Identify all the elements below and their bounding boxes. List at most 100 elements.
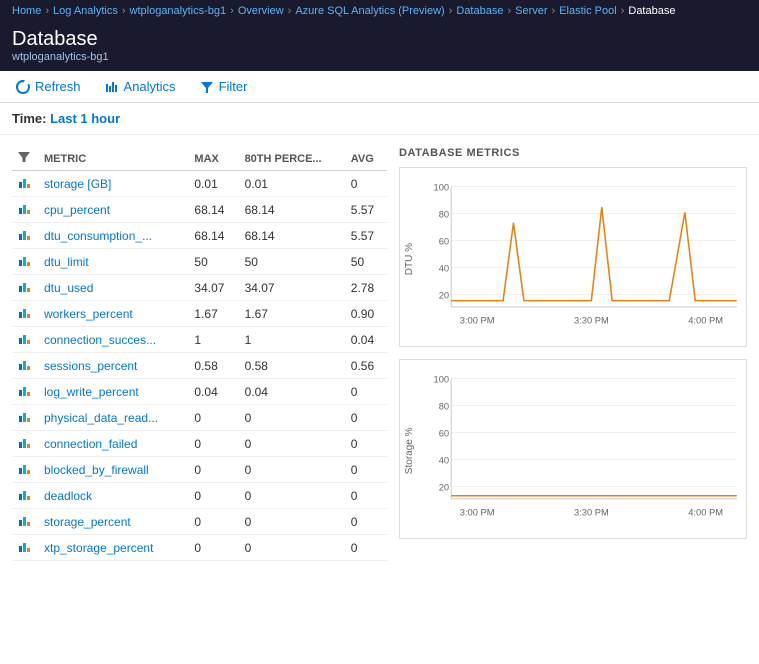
bar-chart-icon <box>18 227 32 241</box>
table-row: xtp_storage_percent000 <box>12 535 387 561</box>
svg-text:3:30 PM: 3:30 PM <box>574 508 609 518</box>
svg-text:80: 80 <box>439 210 449 220</box>
metric-max: 0 <box>188 535 238 561</box>
charts-title: DATABASE METRICS <box>399 147 747 159</box>
bar-chart-icon <box>18 435 32 449</box>
table-row: connection_failed000 <box>12 431 387 457</box>
metric-name[interactable]: blocked_by_firewall <box>38 457 188 483</box>
table-row: workers_percent1.671.670.90 <box>12 301 387 327</box>
toolbar: Refresh Analytics Filter <box>0 71 759 103</box>
breadcrumb-home[interactable]: Home <box>12 5 41 17</box>
dtu-y-label: DTU % <box>404 176 420 342</box>
table-row: cpu_percent68.1468.145.57 <box>12 197 387 223</box>
filter-icon <box>200 80 214 94</box>
table-row: connection_succes...110.04 <box>12 327 387 353</box>
metric-avg: 0 <box>345 171 387 197</box>
metric-avg: 0 <box>345 405 387 431</box>
breadcrumb-current: Database <box>628 5 675 17</box>
metric-p80: 68.14 <box>239 197 345 223</box>
filter-label: Filter <box>219 79 248 94</box>
metric-avg: 0 <box>345 483 387 509</box>
analytics-icon <box>105 80 119 94</box>
storage-chart-svg: 100 80 60 40 20 3:00 PM 3:30 PM 4:00 P <box>420 368 742 534</box>
metric-name[interactable]: storage [GB] <box>38 171 188 197</box>
metric-avg: 5.57 <box>345 223 387 249</box>
metric-avg: 0 <box>345 509 387 535</box>
metric-name[interactable]: physical_data_read... <box>38 405 188 431</box>
refresh-button[interactable]: Refresh <box>12 77 85 96</box>
metric-max: 34.07 <box>188 275 238 301</box>
refresh-icon <box>16 80 30 94</box>
svg-text:80: 80 <box>439 402 449 412</box>
dtu-chart-container: DTU % 100 80 60 40 20 <box>399 167 747 347</box>
metric-name[interactable]: dtu_used <box>38 275 188 301</box>
dtu-chart-svg: 100 80 60 40 20 3:00 PM 3:30 PM 4:00 P <box>420 176 742 342</box>
table-row: dtu_consumption_...68.1468.145.57 <box>12 223 387 249</box>
metric-name[interactable]: xtp_storage_percent <box>38 535 188 561</box>
metric-name[interactable]: cpu_percent <box>38 197 188 223</box>
max-col-header: MAX <box>188 147 238 171</box>
metric-max: 0 <box>188 483 238 509</box>
metric-name[interactable]: storage_percent <box>38 509 188 535</box>
metric-p80: 0.58 <box>239 353 345 379</box>
breadcrumb-database[interactable]: Database <box>456 5 503 17</box>
metric-max: 0 <box>188 431 238 457</box>
svg-text:60: 60 <box>439 237 449 247</box>
metric-name[interactable]: dtu_consumption_... <box>38 223 188 249</box>
metric-max: 0 <box>188 457 238 483</box>
refresh-label: Refresh <box>35 79 81 94</box>
breadcrumb-log-analytics[interactable]: Log Analytics <box>53 5 118 17</box>
metric-name[interactable]: deadlock <box>38 483 188 509</box>
bar-chart-icon <box>18 409 32 423</box>
metrics-table-section: METRIC MAX 80TH PERCE... AVG storage [GB… <box>12 147 387 561</box>
filter-button[interactable]: Filter <box>196 77 252 96</box>
breadcrumb-elastic-pool[interactable]: Elastic Pool <box>559 5 616 17</box>
metric-avg: 0 <box>345 379 387 405</box>
bar-chart-icon <box>18 305 32 319</box>
time-value: Last 1 hour <box>50 111 120 126</box>
metric-max: 0.01 <box>188 171 238 197</box>
breadcrumb-server[interactable]: Server <box>515 5 547 17</box>
metric-name[interactable]: log_write_percent <box>38 379 188 405</box>
metric-avg: 0 <box>345 457 387 483</box>
metric-name[interactable]: workers_percent <box>38 301 188 327</box>
analytics-label: Analytics <box>124 79 176 94</box>
analytics-button[interactable]: Analytics <box>101 77 180 96</box>
metric-p80: 0 <box>239 405 345 431</box>
bar-chart-icon <box>18 331 32 345</box>
metric-p80: 1.67 <box>239 301 345 327</box>
bar-chart-icon <box>18 279 32 293</box>
metric-max: 68.14 <box>188 197 238 223</box>
metric-max: 0 <box>188 509 238 535</box>
bar-chart-icon <box>18 461 32 475</box>
metric-p80: 34.07 <box>239 275 345 301</box>
bar-chart-icon <box>18 513 32 527</box>
breadcrumb-workspace[interactable]: wtploganalytics-bg1 <box>130 5 227 17</box>
table-row: deadlock000 <box>12 483 387 509</box>
metric-max: 1.67 <box>188 301 238 327</box>
metric-p80: 0 <box>239 535 345 561</box>
table-row: physical_data_read...000 <box>12 405 387 431</box>
page-subtitle: wtploganalytics-bg1 <box>12 51 747 63</box>
filter-col-header <box>12 147 38 171</box>
bar-chart-icon <box>18 539 32 553</box>
metric-name[interactable]: sessions_percent <box>38 353 188 379</box>
metric-p80: 0.01 <box>239 171 345 197</box>
metric-avg: 0.56 <box>345 353 387 379</box>
metric-p80: 50 <box>239 249 345 275</box>
bar-chart-icon <box>18 383 32 397</box>
breadcrumb-azure-sql[interactable]: Azure SQL Analytics (Preview) <box>295 5 444 17</box>
page-title: Database <box>12 28 747 51</box>
bar-chart-icon <box>18 175 32 189</box>
storage-y-label: Storage % <box>404 368 420 534</box>
metric-col-header: METRIC <box>38 147 188 171</box>
metric-name[interactable]: connection_failed <box>38 431 188 457</box>
metric-name[interactable]: dtu_limit <box>38 249 188 275</box>
metric-max: 0 <box>188 405 238 431</box>
breadcrumb-overview[interactable]: Overview <box>238 5 284 17</box>
metric-avg: 0 <box>345 535 387 561</box>
metric-max: 50 <box>188 249 238 275</box>
metric-name[interactable]: connection_succes... <box>38 327 188 353</box>
time-prefix: Time: <box>12 111 46 126</box>
table-row: dtu_used34.0734.072.78 <box>12 275 387 301</box>
